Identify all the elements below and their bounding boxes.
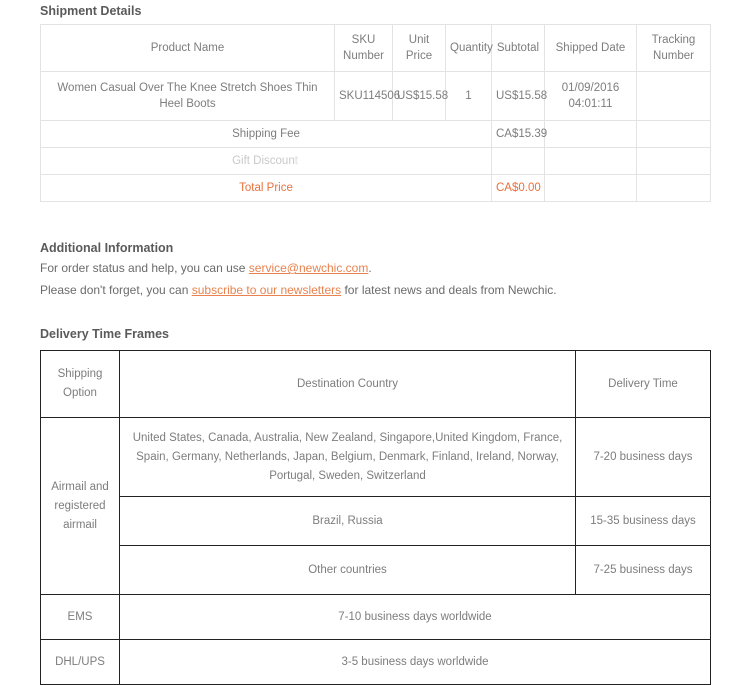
shipped-date-time: 04:01:11 <box>568 98 613 110</box>
gift-discount-label-cell: Gift Discount <box>40 147 492 175</box>
cell-destination-other-countries: Other countries <box>119 545 576 595</box>
column-header-sku-number: SKU Number <box>334 24 393 72</box>
cell-shipping-option-ems: EMS <box>40 594 120 640</box>
shipping-fee-value: CA$15.39 <box>491 120 547 148</box>
order-detail-page: Shipment Details Product Name SKU Number… <box>0 0 750 685</box>
table-row: Other countries 7-25 business days <box>41 545 711 595</box>
newsletter-suffix: for latest news and deals from Newchic. <box>341 283 557 297</box>
cell-delivery-ems: 7-10 business days worldwide <box>119 594 711 640</box>
total-price-value: CA$0.00 <box>491 174 545 202</box>
gift-discount-date-spacer <box>544 147 637 175</box>
column-header-sku-line2: Number <box>343 50 384 62</box>
cell-tracking-number <box>636 71 711 121</box>
gift-discount-label-tail: t <box>294 155 300 167</box>
column-header-shipped-date: Shipped Date <box>544 24 637 72</box>
cell-unit-price: US$15.58 <box>392 71 448 121</box>
shipment-table-header-row: Product Name SKU Number Unit Price Quant… <box>40 24 711 72</box>
cell-product-name: Women Casual Over The Knee Stretch Shoes… <box>40 71 335 121</box>
column-header-product-name: Product Name <box>40 24 335 72</box>
table-row: Brazil, Russia 15-35 business days <box>41 496 711 546</box>
total-price-tracking-spacer <box>636 174 711 202</box>
gift-discount-tracking-spacer <box>636 147 711 175</box>
shipping-fee-tracking-spacer <box>636 120 711 148</box>
cell-delivery-time-airmail-primary: 7-20 business days <box>575 417 711 497</box>
cell-quantity: 1 <box>445 71 492 121</box>
table-row: Women Casual Over The Knee Stretch Shoes… <box>40 71 711 121</box>
delivery-table-header-row: Shipping Option Destination Country Deli… <box>40 350 711 418</box>
column-header-delivery-time: Delivery Time <box>575 350 711 418</box>
airmail-label-line2: registered <box>54 499 106 512</box>
column-header-tracking-line1: Tracking <box>651 34 696 46</box>
table-row: Airmail and registered airmail United St… <box>40 417 711 595</box>
subscribe-newsletters-link[interactable]: subscribe to our newsletters <box>192 283 341 297</box>
cell-shipping-option-airmail: Airmail and registered airmail <box>40 417 120 595</box>
column-header-shipping-option: Shipping Option <box>40 350 120 418</box>
cell-subtotal: US$15.58 <box>491 71 547 121</box>
total-price-label: Total Price <box>40 174 492 202</box>
newsletter-prefix: Please don't forget, you can <box>40 283 192 297</box>
airmail-label-line1: Airmail and <box>51 480 109 493</box>
newsletter-line: Please don't forget, you can subscribe t… <box>40 280 710 300</box>
additional-information-heading: Additional Information <box>40 241 174 255</box>
cell-shipped-date: 01/09/2016 04:01:11 <box>544 71 637 121</box>
shipment-details-heading: Shipment Details <box>40 4 142 18</box>
cell-sku: SKU114506 <box>334 71 400 121</box>
shipping-fee-date-spacer <box>544 120 637 148</box>
column-header-quantity: Quantity <box>445 24 493 72</box>
shipping-option-line1: Shipping <box>57 368 103 380</box>
delivery-time-frames-heading: Delivery Time Frames <box>40 327 170 341</box>
cell-destination-airmail-primary: United States, Canada, Australia, New Ze… <box>119 417 576 497</box>
airmail-label-line3: airmail <box>63 518 97 531</box>
order-status-help-line: For order status and help, you can use s… <box>40 258 710 278</box>
order-status-help-suffix: . <box>368 261 372 275</box>
gift-discount-row: Gift Discount <box>40 147 711 175</box>
cell-shipping-option-dhl-ups: DHL/UPS <box>40 639 120 685</box>
cell-destination-brazil-russia: Brazil, Russia <box>119 496 576 546</box>
shipping-option-line2: Option <box>63 387 97 399</box>
shipping-fee-row: Shipping Fee CA$15.39 <box>40 120 711 148</box>
column-header-subtotal: Subtotal <box>491 24 545 72</box>
service-email-link[interactable]: service@newchic.com <box>249 261 369 275</box>
column-header-tracking-number: Tracking Number <box>636 24 711 72</box>
column-header-tracking-line2: Number <box>653 50 694 62</box>
column-header-unit-price: Unit Price <box>392 24 446 72</box>
gift-discount-value-cell <box>491 147 545 175</box>
cell-delivery-time-other-countries: 7-25 business days <box>575 545 711 595</box>
shipment-details-table: Product Name SKU Number Unit Price Quant… <box>40 24 711 202</box>
order-status-help-prefix: For order status and help, you can use <box>40 261 249 275</box>
column-header-sku-line1: SKU <box>351 34 376 46</box>
cell-delivery-time-brazil-russia: 15-35 business days <box>575 496 711 546</box>
total-price-row: Total Price CA$0.00 <box>40 174 711 202</box>
column-header-destination-country: Destination Country <box>119 350 576 418</box>
gift-discount-label: Gift Discoun <box>232 155 295 167</box>
total-price-date-spacer <box>544 174 637 202</box>
table-row: EMS 7-10 business days worldwide <box>40 594 711 640</box>
table-row: DHL/UPS 3-5 business days worldwide <box>40 639 711 685</box>
cell-delivery-dhl-ups: 3-5 business days worldwide <box>119 639 711 685</box>
shipped-date-date: 01/09/2016 <box>561 82 620 94</box>
delivery-time-frames-table: Shipping Option Destination Country Deli… <box>40 350 711 685</box>
shipping-fee-label: Shipping Fee <box>40 120 492 148</box>
